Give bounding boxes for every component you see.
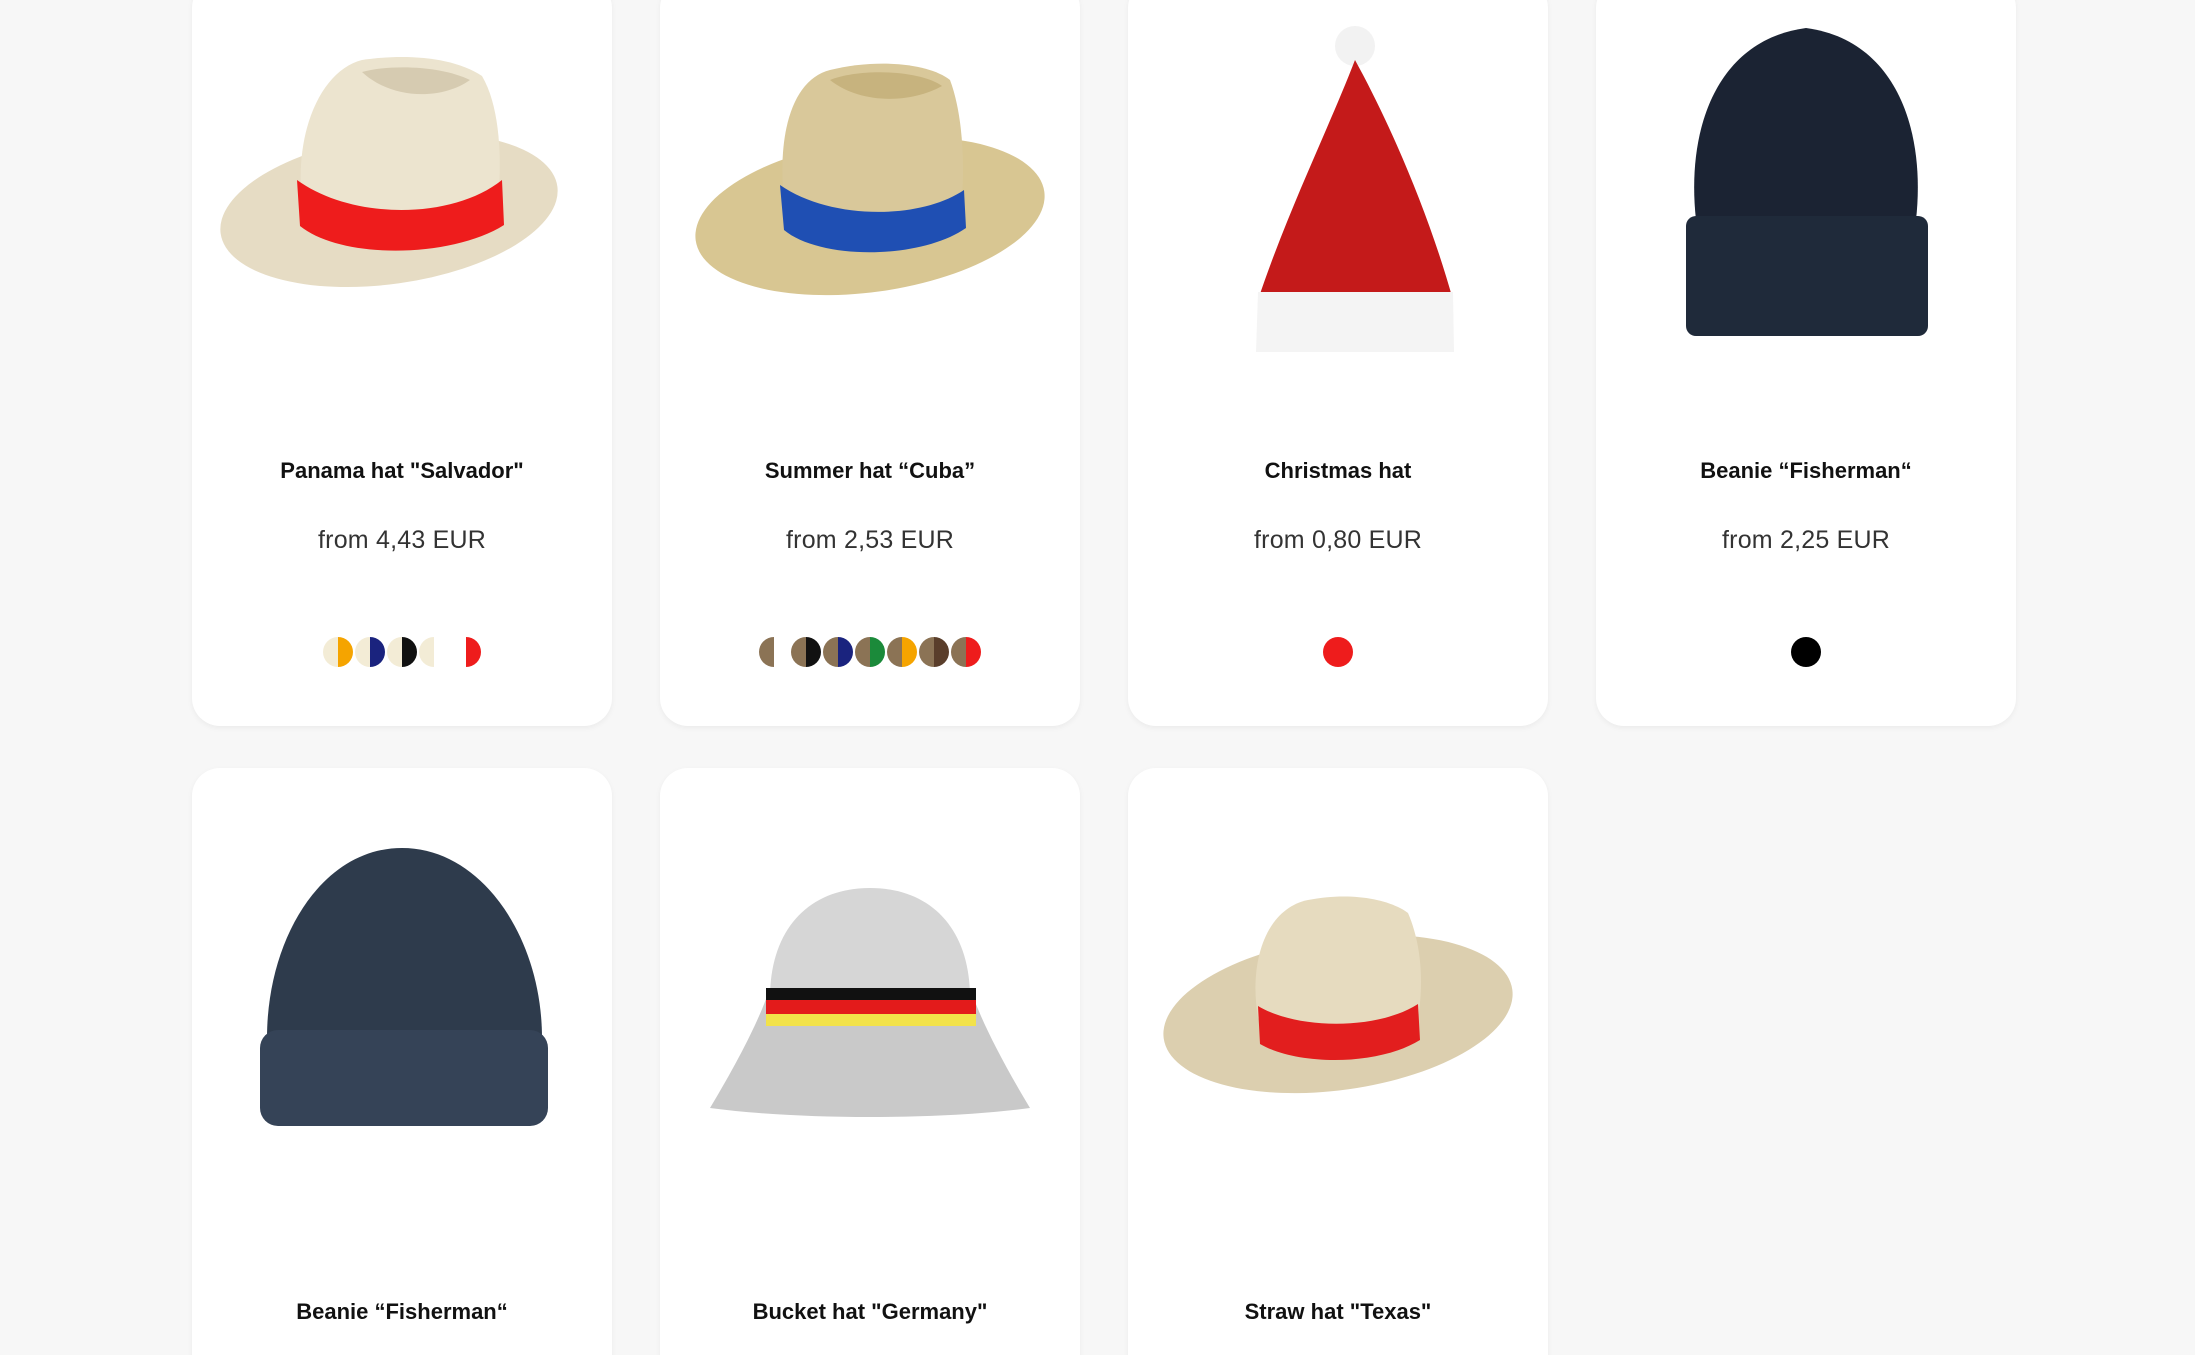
color-swatch[interactable] (419, 637, 449, 667)
color-swatch[interactable] (759, 637, 789, 667)
color-swatch[interactable] (387, 637, 417, 667)
product-card-beanie-fisherman-navy[interactable]: Beanie “Fisherman“ (192, 768, 612, 1355)
product-image-black-beanie[interactable] (1616, 0, 1996, 400)
product-card-panama-hat[interactable]: Panama hat "Salvador" from 4,43 EUR (192, 0, 612, 726)
color-swatch[interactable] (823, 637, 853, 667)
product-image-bucket-hat[interactable] (680, 768, 1060, 1188)
product-card-bucket-hat-germany[interactable]: Bucket hat "Germany" (660, 768, 1080, 1355)
product-title[interactable]: Straw hat "Texas" (1128, 1299, 1548, 1325)
product-image-panama-hat[interactable] (212, 0, 592, 400)
color-swatch[interactable] (323, 637, 353, 667)
color-swatch[interactable] (887, 637, 917, 667)
product-card-straw-hat-texas[interactable]: Straw hat "Texas" (1128, 768, 1548, 1355)
color-swatch[interactable] (355, 637, 385, 667)
product-title[interactable]: Panama hat "Salvador" (192, 458, 612, 484)
color-swatches (192, 637, 612, 667)
color-swatch[interactable] (855, 637, 885, 667)
product-card-beanie-fisherman-black[interactable]: Beanie “Fisherman“ from 2,25 EUR (1596, 0, 2016, 726)
product-image-navy-beanie[interactable] (212, 768, 592, 1188)
product-price: from 2,53 EUR (786, 526, 954, 554)
color-swatch[interactable] (1791, 637, 1821, 667)
product-card-summer-hat-cuba[interactable]: Summer hat “Cuba” from 2,53 EUR (660, 0, 1080, 726)
product-title[interactable]: Summer hat “Cuba” (660, 458, 1080, 484)
color-swatch[interactable] (919, 637, 949, 667)
product-price: from 2,25 EUR (1722, 526, 1890, 554)
color-swatch[interactable] (951, 637, 981, 667)
product-image-christmas-hat[interactable] (1148, 0, 1528, 400)
product-title[interactable]: Beanie “Fisherman“ (192, 1299, 612, 1325)
product-title[interactable]: Christmas hat (1128, 458, 1548, 484)
color-swatch[interactable] (791, 637, 821, 667)
color-swatches (660, 637, 1080, 667)
product-title[interactable]: Beanie “Fisherman“ (1596, 458, 2016, 484)
color-swatch[interactable] (451, 637, 481, 667)
product-price: from 4,43 EUR (318, 526, 486, 554)
product-title[interactable]: Bucket hat "Germany" (660, 1299, 1080, 1325)
product-grid: Panama hat "Salvador" from 4,43 EUR Summ… (0, 0, 2195, 1355)
color-swatches (1596, 637, 2016, 667)
color-swatch[interactable] (1323, 637, 1353, 667)
product-image-summer-hat[interactable] (680, 0, 1060, 400)
product-image-straw-hat-texas[interactable] (1148, 768, 1528, 1188)
product-price: from 0,80 EUR (1254, 526, 1422, 554)
color-swatches (1128, 637, 1548, 667)
product-card-christmas-hat[interactable]: Christmas hat from 0,80 EUR (1128, 0, 1548, 726)
